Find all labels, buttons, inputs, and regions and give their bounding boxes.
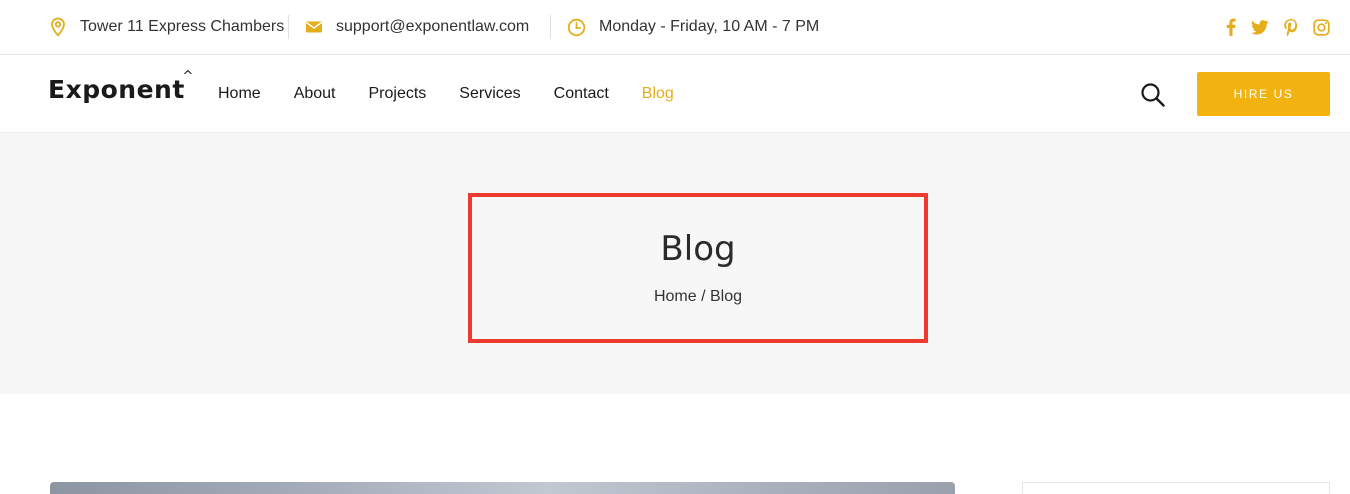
page-header: Blog Home / Blog [0, 133, 1350, 394]
nav-item-about[interactable]: About [294, 85, 336, 103]
nav-item-contact[interactable]: Contact [554, 85, 609, 103]
breadcrumb-current: Blog [710, 288, 743, 305]
hours-text: Monday - Friday, 10 AM - 7 PM [599, 18, 820, 35]
logo-mark: ^ [182, 69, 194, 84]
primary-nav: Home About Projects Services Contact Blo… [218, 55, 707, 133]
divider [550, 15, 551, 39]
map-pin-icon [49, 17, 67, 37]
breadcrumb: Home / Blog [472, 288, 924, 306]
sidebar-widget [1022, 482, 1330, 494]
nav-item-projects[interactable]: Projects [369, 85, 427, 103]
site-logo[interactable]: Exponent ^ [48, 69, 193, 104]
hire-us-button[interactable]: HIRE US [1197, 72, 1330, 116]
main-navbar: Exponent ^ Home About Projects Services C… [0, 55, 1350, 133]
facebook-icon[interactable] [1226, 18, 1236, 36]
envelope-icon [305, 20, 323, 34]
address-text: Tower 11 Express Chambers [80, 18, 285, 35]
highlight-box: Blog Home / Blog [468, 193, 928, 343]
top-info-bar: Tower 11 Express Chambers support@expone… [0, 0, 1350, 55]
twitter-icon[interactable] [1251, 19, 1269, 35]
divider [288, 15, 289, 39]
logo-text: Exponent [48, 75, 185, 104]
post-featured-image[interactable] [50, 482, 955, 494]
email-info[interactable]: support@exponentlaw.com [305, 0, 529, 54]
search-icon[interactable] [1140, 82, 1166, 108]
address-info: Tower 11 Express Chambers [49, 0, 284, 54]
nav-item-blog[interactable]: Blog [642, 85, 674, 103]
pinterest-icon[interactable] [1284, 18, 1298, 36]
nav-item-home[interactable]: Home [218, 85, 261, 103]
social-links [1211, 0, 1330, 54]
nav-item-services[interactable]: Services [459, 85, 520, 103]
clock-icon [567, 18, 586, 37]
email-link[interactable]: support@exponentlaw.com [336, 18, 529, 36]
page-title: Blog [660, 229, 736, 269]
breadcrumb-separator: / [696, 288, 710, 305]
breadcrumb-home-link[interactable]: Home [654, 288, 697, 305]
instagram-icon[interactable] [1313, 18, 1330, 36]
hours-info: Monday - Friday, 10 AM - 7 PM [567, 0, 819, 54]
